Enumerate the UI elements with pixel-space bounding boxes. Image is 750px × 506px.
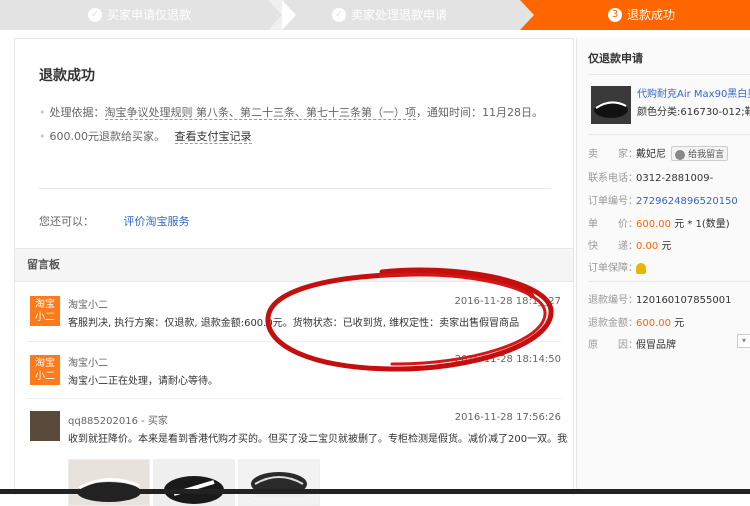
message-author: qq885202016 - 买家 [68, 416, 168, 427]
step-1-arrow [268, 0, 282, 30]
evaluate-service-link[interactable]: 评价淘宝服务 [124, 215, 190, 228]
seller-label: 卖 家： [588, 149, 638, 160]
phone-value: 0312-2881009- [636, 173, 714, 184]
message-text: 淘宝小二正在处理，请耐心等待。 [68, 376, 218, 387]
taobao-staff-avatar: 淘宝 小二 [30, 355, 60, 385]
message-time: 2016-11-28 18:14:50 [454, 354, 561, 365]
message-author: 淘宝小二 [68, 358, 108, 369]
basis-rule-link[interactable]: 淘宝争议处理规则 第八条、第二十三条、第七十三条第（一）项 [104, 106, 416, 120]
message-text: 客服判决, 执行方案：仅退款, 退款金额:600.0元。货物状态：已收到货, 维… [68, 318, 520, 329]
chevron-down-icon[interactable]: ▾ [737, 334, 750, 348]
step-divider-1 [282, 0, 296, 30]
refund-line: • 600.00元退款给买家。 查看支付宝记录 [39, 128, 252, 144]
protection-label: 订单保障： [588, 263, 638, 274]
refund-main-panel: 退款成功 • 处理依据：淘宝争议处理规则 第八条、第二十三条、第七十三条第（一）项… [14, 38, 574, 506]
attachment-image[interactable] [68, 459, 150, 506]
wangwang-icon [675, 149, 686, 160]
bottom-edge [0, 489, 750, 494]
product-name-link[interactable]: 代购耐克Air Max90黑白奥... [637, 85, 750, 100]
divider [588, 74, 750, 75]
check-icon: ✓ [88, 7, 102, 22]
reason-row: 原 因：假冒品牌 [588, 336, 676, 351]
seller-row: 卖 家：戴妃尼 给我留言 [588, 145, 729, 161]
refund-number-row: 退款编号：120160107855001 [588, 291, 731, 306]
leave-message-button[interactable]: 给我留言 [671, 146, 729, 161]
attachment-image[interactable] [153, 459, 235, 506]
message-text: 收到就狂降价。本来是看到香港代购才买的。但买了没二宝贝就被删了。专柜检测是假货。… [68, 434, 568, 445]
protection-row: 订单保障： [588, 259, 646, 274]
refund-number-value: 120160107855001 [636, 295, 732, 306]
attachment-image[interactable] [238, 459, 320, 506]
bullet-icon: • [39, 130, 46, 143]
basis-notice: ，通知时间：11月28日。 [416, 106, 543, 119]
step-2-label: 卖家处理退款申请 [351, 8, 448, 22]
step-number: 3 [608, 7, 622, 22]
you-can-line: 您还可以： 评价淘宝服务 [39, 213, 190, 229]
reason-value: 假冒品牌 [636, 340, 676, 351]
phone-row: 联系电话：0312-2881009- [588, 169, 713, 184]
step-1-label: 买家申请仅退款 [107, 8, 192, 22]
price-row: 单 价：600.00 元 * 1(数量) [588, 215, 730, 230]
step-1: ✓ 买家申请仅退款 [88, 0, 191, 30]
bullet-icon: • [39, 106, 46, 119]
refund-amount-label: 退款金额： [588, 318, 638, 329]
divider [39, 188, 551, 189]
shipping-unit: 元 [661, 241, 672, 252]
message-divider [27, 398, 561, 399]
refund-number-label: 退款编号： [588, 295, 638, 306]
message-author: 淘宝小二 [68, 300, 108, 311]
check-icon: ✓ [332, 7, 346, 22]
alipay-record-link[interactable]: 查看支付宝记录 [174, 130, 252, 144]
product-thumbnail[interactable] [591, 86, 631, 124]
step-divider-2 [520, 0, 534, 30]
shipping-value: 0.00 [636, 241, 659, 252]
refund-summary-sidebar: 仅退款申请 代购耐克Air Max90黑白奥... 颜色分类:616730-01… [576, 38, 750, 494]
refund-amount-row: 退款金额：600.00 元 [588, 314, 684, 329]
order-row: 订单编号：2729624896520150 [588, 192, 738, 207]
basis-prefix: 处理依据： [49, 106, 105, 119]
shipping-row: 快 递：0.00 元 [588, 237, 671, 252]
order-number-link[interactable]: 2729624896520150 [636, 196, 738, 207]
price-value: 600.00 [636, 219, 671, 230]
reason-label: 原 因： [588, 340, 638, 351]
taobao-staff-avatar: 淘宝 小二 [30, 296, 60, 326]
message-board-title: 留言板 [27, 258, 60, 271]
step-3-label: 退款成功 [627, 8, 676, 22]
sidebar-title: 仅退款申请 [588, 52, 643, 65]
you-can-label: 您还可以： [39, 215, 94, 228]
product-spec: 颜色分类:616730-012;鞋... [637, 107, 750, 118]
message-board-header: 留言板 [15, 248, 573, 282]
shipping-label: 快 递： [588, 241, 638, 252]
message-time: 2016-11-28 17:56:26 [454, 412, 561, 423]
refund-amount-value: 600.00 [636, 318, 671, 329]
message-divider [27, 341, 561, 342]
step-2: ✓ 卖家处理退款申请 [332, 0, 447, 30]
basis-line: • 处理依据：淘宝争议处理规则 第八条、第二十三条、第七十三条第（一）项，通知时间… [39, 104, 543, 120]
refund-progress-bar: ✓ 买家申请仅退款 ✓ 卖家处理退款申请 3 退款成功 [0, 0, 750, 30]
phone-label: 联系电话： [588, 173, 638, 184]
divider [588, 281, 750, 282]
step-3: 3 退款成功 [608, 0, 675, 30]
refund-text: 600.00元退款给买家。 [49, 130, 166, 143]
divider [588, 134, 750, 135]
page-title: 退款成功 [39, 68, 95, 84]
refund-amount-unit: 元 [674, 318, 685, 329]
price-unit: 元 * 1(数量) [674, 219, 730, 230]
price-label: 单 价： [588, 219, 638, 230]
message-time: 2016-11-28 18:1__27 [454, 296, 561, 307]
order-label: 订单编号： [588, 196, 638, 207]
seller-name: 戴妃尼 [636, 149, 666, 160]
leave-message-label: 给我留言 [688, 150, 725, 160]
protection-badge-icon[interactable] [636, 262, 646, 274]
buyer-avatar [30, 411, 60, 441]
